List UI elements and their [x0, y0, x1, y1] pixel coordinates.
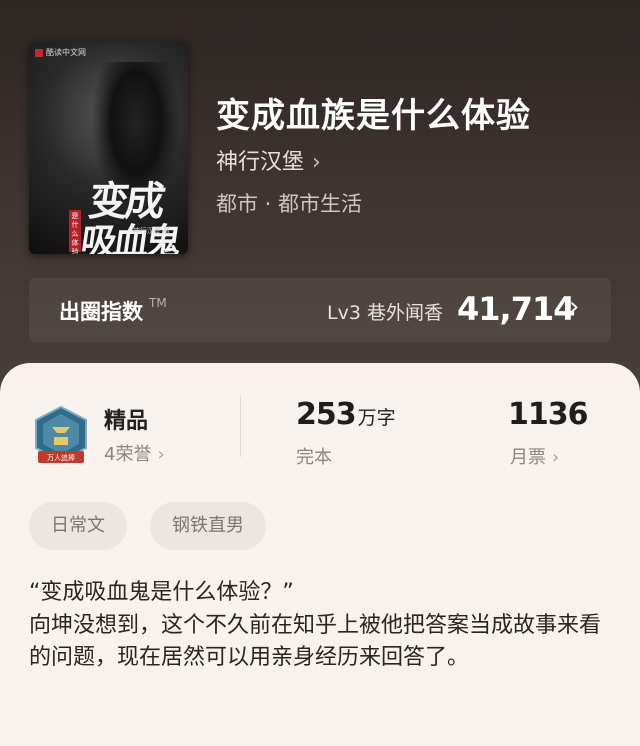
index-value: 41,714: [457, 290, 575, 328]
index-level: Lv3 巷外闻香: [327, 302, 443, 324]
description-line: 向坤没想到，这个不久前在知乎上被他把答案当成故事来看的问题，现在居然可以用亲身经…: [29, 612, 602, 671]
book-genre: 都市 · 都市生活: [216, 192, 363, 216]
book-title: 变成血族是什么体验: [216, 96, 531, 136]
cover-publisher: 酷读中文网: [35, 47, 86, 58]
honor-title: 精品: [104, 409, 149, 434]
author-link[interactable]: 神行汉堡 ›: [216, 144, 321, 176]
chevron-right-icon: ›: [157, 444, 165, 465]
index-label: 出圈指数 TM: [59, 296, 167, 324]
tag-chip[interactable]: 日常文: [29, 502, 127, 550]
book-header: 酷读中文网 是什么体验 变成 吸血鬼 神行汉堡 著 变成血族是什么体验 神行汉堡…: [0, 0, 640, 400]
book-cover[interactable]: 酷读中文网 是什么体验 变成 吸血鬼 神行汉堡 著: [29, 42, 188, 254]
ticket-count: 1136: [508, 397, 588, 432]
divider: [240, 395, 241, 457]
tag-chip[interactable]: 钢铁直男: [150, 502, 266, 550]
cover-title-line1: 变成: [85, 178, 165, 225]
completion-status: 完本: [296, 447, 332, 468]
author-name: 神行汉堡: [216, 150, 305, 175]
word-count: 253 万字: [296, 397, 396, 432]
description-line: “变成吸血鬼是什么体验？”: [29, 580, 294, 605]
chevron-right-icon: ›: [312, 150, 321, 175]
trademark-mark: TM: [149, 296, 167, 310]
popularity-index-bar[interactable]: 出圈指数 TM Lv3 巷外闻香 41,714 ›: [29, 278, 611, 342]
cover-author: 神行汉堡 著: [132, 227, 170, 235]
honor-count: 4荣誉 ›: [104, 444, 165, 465]
book-description[interactable]: “变成吸血鬼是什么体验？” 向坤没想到，这个不久前在知乎上被他把答案当成故事来看…: [29, 577, 614, 675]
book-info-panel: 万人追捧 精品 4荣誉 › 253 万字 完本 1136 月票 › 日常文 钢铁直男 …: [0, 363, 640, 746]
ticket-label: 月票 ›: [510, 447, 560, 468]
chevron-right-icon: ›: [552, 447, 560, 468]
chevron-right-icon: ›: [569, 292, 580, 322]
svg-text:万人追捧: 万人追捧: [47, 453, 75, 462]
cover-seal: 是什么体验: [69, 210, 81, 254]
honor-badge-icon[interactable]: 万人追捧: [32, 405, 90, 467]
